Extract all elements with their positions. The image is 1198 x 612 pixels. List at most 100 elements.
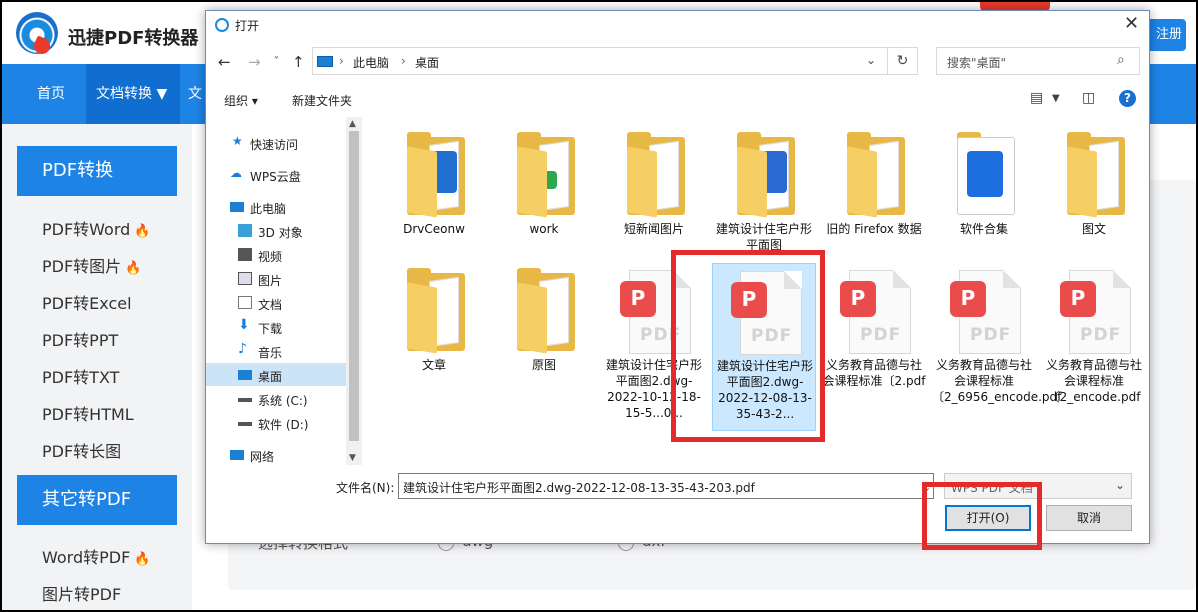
sidebar-item-word-to-pdf[interactable]: Word转PDF 🔥: [42, 544, 151, 568]
sidebar-group-pdf-convert[interactable]: PDF转换: [17, 146, 177, 196]
tree-item-videos[interactable]: 视频: [206, 243, 346, 266]
file-name: 图文: [1081, 222, 1106, 236]
file-item-folder[interactable]: 旧的 Firefox 数据: [822, 127, 926, 253]
scroll-down-icon[interactable]: ▼: [349, 453, 356, 463]
tree-item-music[interactable]: ♪ 音乐: [206, 339, 346, 362]
folder-icon: [737, 132, 795, 218]
tree-item-3d-objects[interactable]: 3D 对象: [206, 219, 346, 242]
cancel-button[interactable]: 取消: [1046, 505, 1132, 531]
tree-item-downloads[interactable]: ⬇ 下载: [206, 315, 346, 338]
sidebar-item-pdf-to-ppt[interactable]: PDF转PPT: [42, 327, 118, 351]
tree-item-label: 音乐: [258, 346, 283, 360]
tree-item-software-d[interactable]: 软件 (D:): [206, 411, 346, 434]
file-item-folder[interactable]: DrvCeonw: [382, 127, 486, 253]
file-item-pdf[interactable]: P PDF 义务教育品德与社会课程标准〔2_encode.pdf: [1042, 263, 1146, 433]
app-title: 迅捷PDF转换器: [68, 28, 199, 49]
sidebar-item-pdf-to-long-image[interactable]: PDF转长图: [42, 438, 121, 462]
tree-item-label: 图片: [258, 274, 283, 288]
scrollbar-thumb[interactable]: [349, 131, 359, 441]
tree-item-desktop[interactable]: 桌面: [206, 363, 346, 386]
forward-arrow-icon[interactable]: →: [248, 53, 261, 71]
breadcrumb-desktop[interactable]: 桌面: [415, 54, 439, 71]
organize-menu[interactable]: 组织 ▾: [224, 92, 258, 109]
breadcrumb-this-pc[interactable]: 此电脑: [353, 54, 389, 71]
sidebar-item-pdf-to-image[interactable]: PDF转图片 🔥: [42, 253, 141, 277]
file-item-folder[interactable]: 建筑设计住宅户形平面图: [712, 127, 816, 253]
file-item-folder[interactable]: 图文: [1042, 127, 1146, 253]
computer-icon: [230, 202, 244, 212]
tree-item-wps-cloud[interactable]: ☁ WPS云盘: [206, 163, 346, 186]
search-icon[interactable]: ⌕: [1117, 52, 1125, 68]
file-name: 软件合集: [959, 222, 1008, 236]
nav-home[interactable]: 首页: [37, 64, 65, 124]
file-name: DrvCeonw: [403, 222, 465, 236]
file-item-pdf[interactable]: P PDF 义务教育品德与社会课程标准〔2_6956_encode.pdf: [932, 263, 1061, 433]
wps-pdf-badge-icon: P: [620, 281, 656, 317]
tree-item-pictures[interactable]: 图片: [206, 267, 346, 290]
file-item-folder[interactable]: work: [492, 127, 596, 253]
sidebar-item-label: Word转PDF: [42, 548, 131, 567]
folder-icon: [1067, 132, 1125, 218]
tree-item-label: 快速访问: [250, 138, 299, 152]
ie-icon: [215, 18, 229, 32]
chevron-right-icon: ›: [339, 54, 344, 68]
chevron-down-icon[interactable]: ▼: [1052, 93, 1060, 104]
navigation-tree: ★ 快速访问 ☁ WPS云盘 此电脑 3D 对象 视频 图片 文档 ⬇ 下载 ♪ 音乐 …: [206, 117, 346, 465]
highlight-box-open-button: [922, 482, 1042, 550]
cloud-icon: ☁: [230, 166, 242, 180]
sidebar-item-pdf-to-word[interactable]: PDF转Word 🔥: [42, 216, 151, 240]
help-icon[interactable]: ?: [1119, 90, 1136, 107]
sidebar-item-image-to-pdf[interactable]: 图片转PDF: [42, 581, 121, 605]
recent-dropdown-icon[interactable]: ˅: [274, 56, 279, 67]
tree-item-label: 网络: [250, 450, 275, 464]
tree-item-documents[interactable]: 文档: [206, 291, 346, 314]
chevron-down-icon: ⌄: [1115, 478, 1126, 492]
fire-icon: 🔥: [134, 224, 151, 239]
file-name: 短新闻图片: [623, 222, 684, 236]
preview-pane-icon[interactable]: ◫: [1082, 90, 1095, 106]
back-arrow-icon[interactable]: ←: [218, 53, 231, 71]
file-item-pdf[interactable]: P PDF 义务教育品德与社会课程标准〔2.pdf: [822, 263, 926, 433]
sidebar-item-pdf-to-excel[interactable]: PDF转Excel: [42, 290, 132, 314]
drive-icon: [238, 416, 252, 426]
tree-item-system-c[interactable]: 系统 (C:): [206, 387, 346, 410]
address-bar[interactable]: › 此电脑 › 桌面 ⌄: [312, 47, 888, 75]
tree-item-label: 桌面: [258, 370, 283, 384]
refresh-icon[interactable]: ↻: [888, 47, 918, 75]
scroll-up-icon[interactable]: ▲: [349, 119, 356, 129]
filename-input[interactable]: 建筑设计住宅户形平面图2.dwg-2022-12-08-13-35-43-203…: [398, 473, 934, 499]
new-folder-button[interactable]: 新建文件夹: [292, 92, 352, 109]
chevron-down-icon[interactable]: ⌄: [866, 53, 876, 67]
file-item-folder[interactable]: 原图: [492, 263, 596, 389]
desktop-icon: [238, 370, 252, 380]
search-placeholder: 搜索"桌面": [947, 56, 1007, 70]
sidebar-group-other-to-pdf[interactable]: 其它转PDF: [17, 475, 177, 525]
close-button[interactable]: ✕: [1124, 13, 1139, 34]
folder-icon: [957, 132, 1015, 215]
sidebar-item-label: PDF转图片: [42, 257, 122, 276]
file-name: 旧的 Firefox 数据: [826, 222, 922, 236]
computer-icon: [317, 56, 333, 67]
tree-scrollbar[interactable]: ▲ ▼: [346, 117, 362, 465]
nav-text[interactable]: 文: [188, 64, 202, 124]
tree-item-this-pc[interactable]: 此电脑: [206, 195, 346, 218]
up-arrow-icon[interactable]: ↑: [292, 53, 305, 71]
file-item-folder[interactable]: 短新闻图片: [602, 127, 706, 253]
tree-item-network[interactable]: 网络: [206, 443, 346, 466]
filename-value: 建筑设计住宅户形平面图2.dwg-2022-12-08-13-35-43-203…: [403, 481, 755, 495]
file-item-folder[interactable]: 软件合集: [932, 127, 1036, 253]
sidebar-item-pdf-to-html[interactable]: PDF转HTML: [42, 401, 134, 425]
file-name: 义务教育品德与社会课程标准〔2.pdf: [822, 358, 926, 388]
chevron-right-icon: ›: [401, 54, 406, 68]
dialog-title: 打开: [235, 19, 260, 33]
file-item-folder[interactable]: 文章: [382, 263, 486, 389]
search-input[interactable]: 搜索"桌面" ⌕: [936, 47, 1140, 75]
wps-pdf-badge-icon: P: [840, 281, 876, 317]
nav-document-convert[interactable]: 文档转换 ▼: [86, 64, 180, 124]
music-icon: ♪: [238, 341, 247, 357]
tree-item-label: 视频: [258, 250, 283, 264]
highlight-box-selected-file: [671, 250, 825, 442]
sidebar-item-pdf-to-txt[interactable]: PDF转TXT: [42, 364, 119, 388]
view-mode-icon[interactable]: ▤: [1030, 90, 1043, 106]
tree-item-quick-access[interactable]: ★ 快速访问: [206, 131, 346, 154]
